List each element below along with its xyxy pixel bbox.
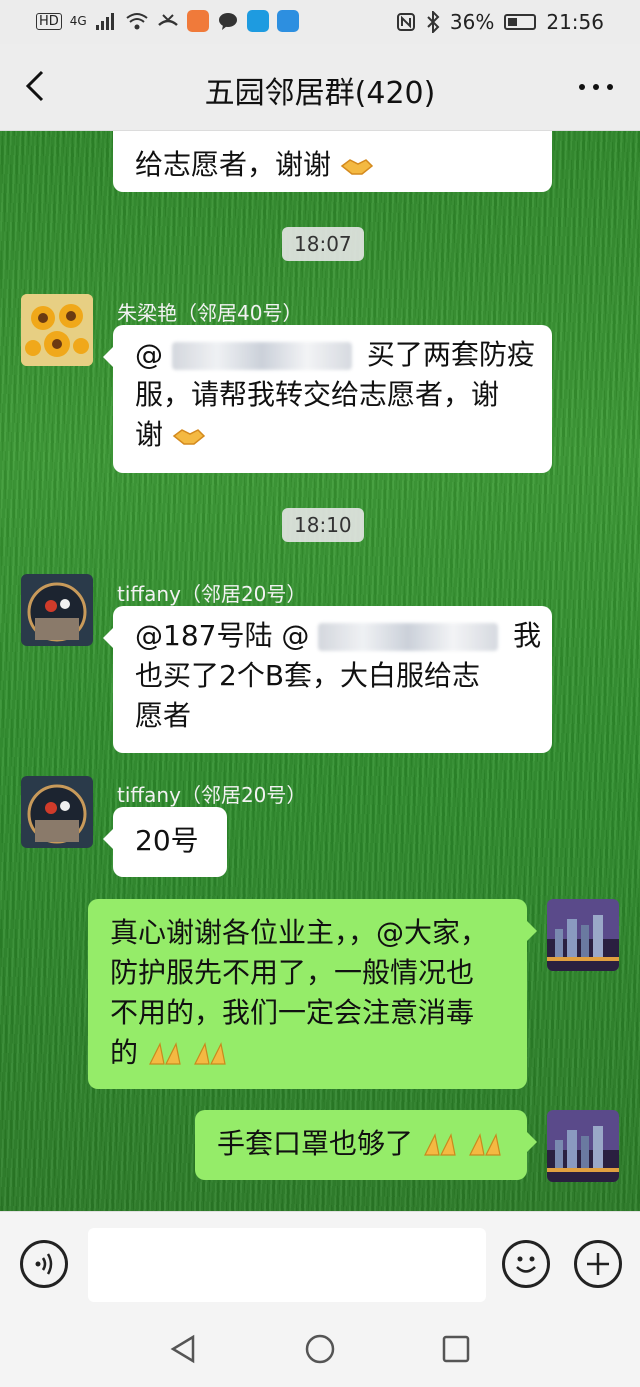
weather-app-icon — [276, 10, 299, 32]
message-text: 20号 — [135, 824, 199, 857]
sender-name: 朱梁艳（邻居40号） — [117, 301, 303, 325]
mention-text: @ — [135, 338, 163, 371]
window-avatar[interactable] — [21, 574, 93, 646]
message-text: 手套口罩也够了 — [217, 1127, 414, 1160]
wifi-icon — [126, 13, 148, 30]
blurred-contact — [318, 623, 499, 651]
message-bubble[interactable]: 20号 — [103, 807, 227, 877]
clock: 21:56 — [546, 10, 604, 34]
blurred-contact — [171, 342, 352, 370]
message-bubble[interactable]: 给志愿者，谢谢 — [113, 131, 552, 192]
window-avatar[interactable] — [21, 776, 93, 848]
nfc-icon — [396, 13, 415, 31]
message-text: 的 — [110, 1036, 139, 1069]
timestamp: 18:10 — [282, 508, 364, 542]
timestamp: 18:07 — [282, 227, 364, 261]
bluetooth-icon — [427, 11, 440, 33]
message-text: 防护服先不用了，一般情况也 — [110, 956, 475, 989]
message-input[interactable] — [88, 1228, 486, 1302]
chat-header: 五园邻居群(420) — [0, 44, 640, 131]
message-bubble[interactable]: @187号陆 @ 我 也买了2个B套，大白服给志 愿者 — [103, 606, 552, 753]
message-text: 也买了2个B套，大白服给志 — [135, 659, 481, 692]
message-icon — [218, 13, 237, 30]
pray-icon — [148, 1042, 181, 1065]
square-recent-icon[interactable] — [436, 1329, 476, 1369]
input-bar — [0, 1211, 640, 1312]
message-text: 真心谢谢各位业主，，@大家， — [110, 916, 489, 949]
taobao-app-icon — [186, 10, 209, 32]
smiley-icon[interactable] — [502, 1240, 550, 1288]
chat-area[interactable]: 给志愿者，谢谢 18:07 朱梁艳（邻居40号） @ 买了两套防疫 服，请帮我转… — [0, 131, 640, 1211]
city-night-avatar[interactable] — [547, 1110, 619, 1182]
mention-text: @187号陆 @ — [135, 619, 310, 652]
message-text: 愿者 — [135, 699, 192, 732]
pray-icon — [193, 1042, 226, 1065]
self-message-bubble[interactable]: 手套口罩也够了 — [195, 1110, 537, 1180]
signal-label: 4G — [69, 14, 87, 28]
voice-icon[interactable] — [20, 1240, 68, 1288]
chat-title: 五园邻居群(420) — [204, 76, 436, 111]
browser-app-icon — [246, 10, 269, 32]
sunflower-avatar[interactable] — [21, 294, 93, 366]
sender-name: tiffany（邻居20号） — [117, 783, 307, 807]
missed-call-icon — [157, 14, 178, 26]
battery-icon — [504, 14, 537, 30]
triangle-back-icon[interactable] — [163, 1329, 203, 1369]
battery-percent: 36% — [449, 10, 495, 34]
sender-name: tiffany（邻居20号） — [117, 582, 307, 606]
handshake-icon — [172, 429, 206, 445]
pray-icon — [423, 1133, 456, 1156]
message-text: 不用的，我们一定会注意消毒 — [110, 996, 475, 1029]
signal-icon — [95, 13, 114, 30]
plus-icon[interactable] — [574, 1240, 622, 1288]
message-text: 买了两套防疫 — [366, 338, 535, 371]
hd-label: HD — [36, 12, 62, 30]
system-nav-bar — [0, 1311, 640, 1387]
pray-icon — [468, 1133, 501, 1156]
message-text: 我 — [513, 619, 542, 652]
handshake-icon — [340, 159, 374, 175]
self-message-bubble[interactable]: 真心谢谢各位业主，，@大家， 防护服先不用了，一般情况也 不用的，我们一定会注意… — [88, 899, 537, 1089]
circle-home-icon[interactable] — [300, 1329, 340, 1369]
city-night-avatar[interactable] — [547, 899, 619, 971]
more-icon[interactable] — [576, 80, 616, 94]
message-text: 谢 — [135, 418, 164, 451]
status-bar: HD 4G 36% 21:56 — [0, 0, 640, 44]
message-text: 给志愿者，谢谢 — [135, 148, 332, 181]
message-text: 服，请帮我转交给志愿者，谢 — [135, 378, 500, 411]
message-bubble[interactable]: @ 买了两套防疫 服，请帮我转交给志愿者，谢 谢 — [103, 325, 552, 473]
